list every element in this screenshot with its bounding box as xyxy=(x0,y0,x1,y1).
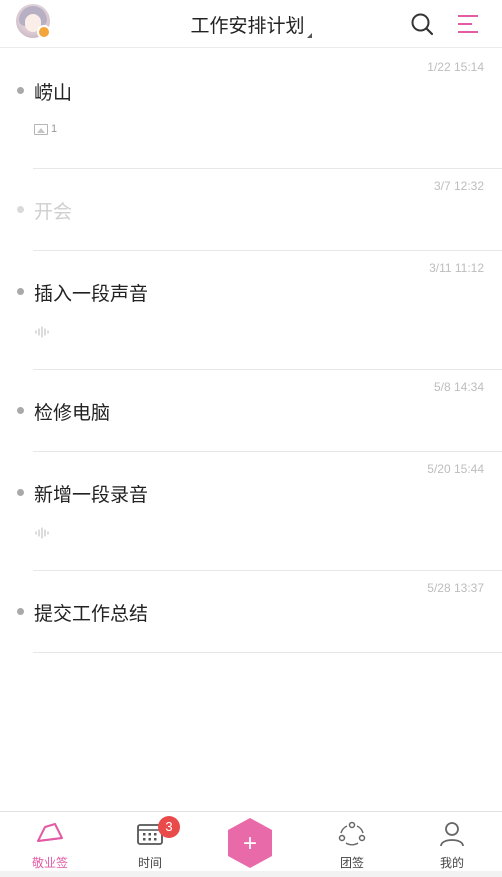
note-title: 提交工作总结 xyxy=(34,604,149,625)
search-icon[interactable] xyxy=(410,12,434,36)
bottom-tab-bar: 敬业签 时间 3 + 团签 我的 xyxy=(0,811,502,877)
tab-time[interactable]: 时间 xyxy=(100,812,200,872)
status-dot[interactable] xyxy=(17,288,24,295)
list-item[interactable]: 5/28 13:37 提交工作总结 xyxy=(0,570,502,653)
tab-team[interactable]: 团签 xyxy=(302,812,402,872)
memo-tag-icon xyxy=(37,823,63,842)
list-item[interactable]: 3/11 11:12 插入一段声音 xyxy=(0,250,502,370)
list-item[interactable]: 1/22 15:14 崂山 1 xyxy=(0,49,502,169)
dropdown-caret-icon xyxy=(306,33,312,38)
tab-label: 敬业签 xyxy=(31,856,68,870)
list-item[interactable]: 3/7 12:32 开会 xyxy=(0,168,502,251)
menu-icon[interactable] xyxy=(456,12,480,36)
tab-label: 团签 xyxy=(339,856,364,870)
top-bar: 工作安排计划 xyxy=(0,0,502,48)
audio-wave-icon[interactable] xyxy=(34,527,50,539)
image-attachment[interactable]: 1 xyxy=(34,123,57,135)
note-title: 插入一段声音 xyxy=(34,284,149,305)
list-item[interactable]: 5/8 14:34 检修电脑 xyxy=(0,369,502,452)
image-icon xyxy=(34,123,48,135)
notification-badge: 3 xyxy=(158,816,180,838)
notebook-title-text: 工作安排计划 xyxy=(190,16,305,37)
image-count: 1 xyxy=(51,123,58,135)
notes-list: 1/22 15:14 崂山 1 3/7 12:32 开会 3/11 11:12 … xyxy=(0,49,502,653)
add-note-button[interactable]: + xyxy=(226,816,274,870)
tab-label: 我的 xyxy=(439,856,464,870)
tab-me[interactable]: 我的 xyxy=(402,812,502,872)
home-indicator-area xyxy=(0,871,502,877)
note-timestamp: 3/11 11:12 xyxy=(429,261,484,275)
tab-notes[interactable]: 敬业签 xyxy=(0,812,100,872)
note-timestamp: 5/8 14:34 xyxy=(433,380,484,394)
divider xyxy=(33,652,502,653)
status-dot[interactable] xyxy=(17,87,24,94)
user-icon xyxy=(440,822,464,847)
note-title: 崂山 xyxy=(34,83,73,104)
audio-wave-icon[interactable] xyxy=(34,326,50,338)
status-dot[interactable] xyxy=(17,608,24,615)
status-dot[interactable] xyxy=(17,206,24,213)
note-timestamp: 5/20 15:44 xyxy=(427,462,484,476)
note-title: 新增一段录音 xyxy=(34,485,149,506)
list-item[interactable]: 5/20 15:44 新增一段录音 xyxy=(0,451,502,571)
note-title: 检修电脑 xyxy=(34,403,111,424)
note-timestamp: 5/28 13:37 xyxy=(427,581,484,595)
note-title: 开会 xyxy=(34,202,73,223)
note-timestamp: 1/22 15:14 xyxy=(427,60,484,74)
status-dot[interactable] xyxy=(17,489,24,496)
tab-label: 时间 xyxy=(137,856,162,870)
team-circle-icon xyxy=(338,821,366,846)
note-timestamp: 3/7 12:32 xyxy=(433,179,484,193)
status-dot[interactable] xyxy=(17,407,24,414)
add-symbol: + xyxy=(243,830,257,857)
